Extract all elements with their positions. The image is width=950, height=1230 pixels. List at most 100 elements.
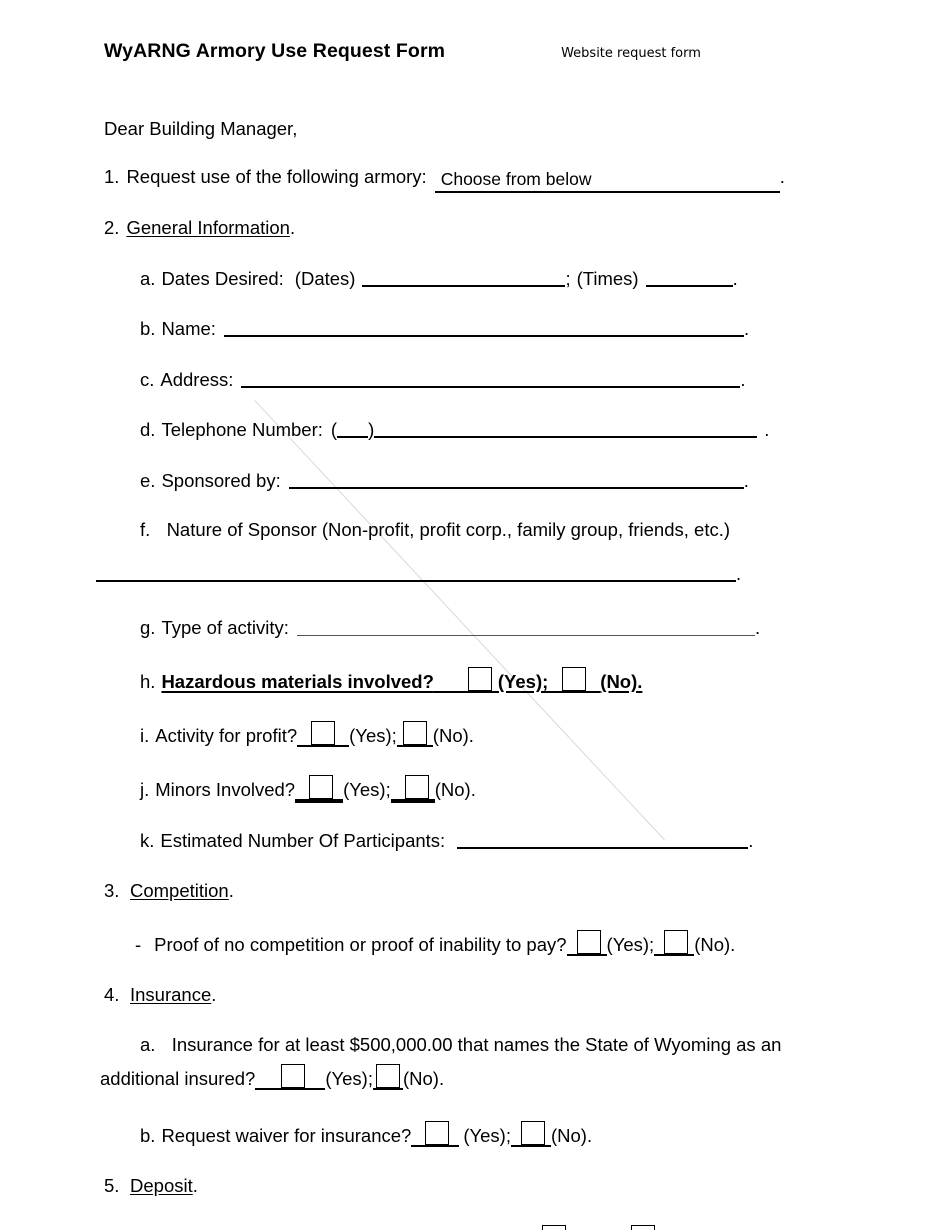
deposit-no-checkbox-group[interactable] — [631, 1225, 665, 1230]
page-title: WyARNG Armory Use Request Form — [104, 40, 446, 62]
competition-yes-checkbox[interactable] — [576, 930, 601, 954]
insurance-yes-checkbox[interactable] — [281, 1064, 306, 1089]
item-2j-yes-label: (Yes); — [343, 779, 391, 801]
item-2g-marker: g. — [140, 616, 156, 638]
minors-no-checkbox[interactable] — [404, 775, 429, 800]
item-2k-marker: k. — [140, 829, 155, 851]
item-2f-terminator: . — [736, 563, 742, 585]
item-3-row: 3. Competition . — [104, 879, 850, 902]
item-2f-row: f. Nature of Sponsor (Non-profit, profit… — [96, 517, 850, 588]
item-2b-label: Name: — [161, 318, 216, 340]
item-2b-marker: b. — [140, 318, 156, 340]
item-4b-yes-label: (Yes); — [463, 1124, 511, 1146]
insurance-no-checkbox[interactable] — [375, 1064, 400, 1089]
profit-yes-checkbox[interactable] — [311, 721, 336, 745]
item-2b-terminator: . — [743, 318, 750, 340]
insurance-no-checkbox-group[interactable] — [372, 1064, 403, 1091]
dates-field[interactable] — [362, 266, 566, 287]
item-2b-row: b. Name: . — [140, 315, 850, 341]
item-1-terminator: . — [779, 166, 785, 187]
item-2k-label: Estimated Number Of Participants: — [160, 829, 446, 851]
item-2k-row: k. Estimated Number Of Participants: . — [140, 826, 850, 852]
participants-field[interactable] — [457, 828, 749, 849]
item-5-number: 5. — [104, 1175, 120, 1196]
insurance-waiver-yes-checkbox[interactable] — [425, 1120, 450, 1145]
item-4-heading: Insurance — [130, 984, 212, 1006]
item-1-row: 1. Request use of the following armory: … — [104, 165, 850, 193]
competition-no-checkbox-group[interactable] — [654, 930, 695, 956]
item-4a-no-label: (No). — [402, 1068, 445, 1090]
deposit-yes-checkbox[interactable] — [541, 1225, 566, 1230]
minors-no-checkbox-group[interactable] — [390, 775, 435, 804]
profit-no-checkbox-group[interactable] — [396, 721, 433, 747]
item-2g-terminator: . — [754, 616, 761, 638]
item-4a-yes-label: (Yes); — [325, 1068, 373, 1090]
item-2c-row: c. Address: . — [140, 365, 850, 391]
item-2d-terminator: . — [764, 419, 770, 441]
item-2g-row: g. Type of activity: . — [140, 614, 850, 639]
item-2a-dates-label: (Dates) — [294, 267, 356, 289]
item-5-terminator: . — [192, 1175, 198, 1196]
item-3-terminator: . — [228, 879, 234, 901]
item-4b-label: Request waiver for insurance? — [161, 1124, 412, 1146]
deposit-yes-checkbox-group[interactable] — [532, 1225, 572, 1230]
profit-no-checkbox[interactable] — [402, 721, 427, 745]
item-5a-row: a. Will provide a deposit in the amount … — [140, 1222, 850, 1230]
insurance-waiver-no-checkbox[interactable] — [520, 1120, 545, 1145]
item-4b-no-label: (No). — [550, 1124, 593, 1146]
item-2i-yes-label: (Yes); — [349, 725, 397, 746]
item-2c-terminator: . — [740, 368, 746, 390]
insurance-waiver-yes-checkbox-group[interactable] — [411, 1120, 460, 1147]
item-4b-marker: b. — [140, 1124, 156, 1146]
area-code-field[interactable] — [337, 418, 369, 439]
hazmat-yes-checkbox[interactable] — [467, 666, 492, 691]
item-3-yes-label: (Yes); — [606, 934, 655, 955]
competition-yes-checkbox-group[interactable] — [566, 930, 607, 956]
nature-of-sponsor-field[interactable] — [96, 562, 736, 583]
item-2k-terminator: . — [748, 829, 754, 851]
times-field[interactable] — [645, 266, 733, 287]
item-3-bullet-marker: - — [135, 934, 142, 955]
item-2-terminator: . — [289, 216, 296, 238]
deposit-no-checkbox[interactable] — [631, 1225, 656, 1230]
competition-no-checkbox[interactable] — [664, 930, 689, 954]
hazmat-no-checkbox[interactable] — [562, 666, 587, 691]
item-2j-marker: j. — [140, 779, 150, 801]
insurance-yes-checkbox-group[interactable] — [255, 1064, 326, 1091]
item-2h-label: Hazardous materials involved? — [161, 670, 434, 692]
hazmat-yes-checkbox-group[interactable] — [433, 666, 498, 693]
item-2h-marker: h. — [140, 670, 156, 692]
item-5-row: 5. Deposit . — [104, 1174, 850, 1197]
item-4a-label-line1: Insurance for at least $500,000.00 that … — [171, 1034, 782, 1056]
item-1-number: 1. — [104, 166, 120, 187]
minors-yes-checkbox[interactable] — [309, 775, 334, 800]
armory-choice-field[interactable]: Choose from below — [434, 169, 780, 193]
address-field[interactable] — [241, 367, 741, 388]
minors-yes-checkbox-group[interactable] — [295, 775, 344, 804]
item-4a-label-line2: additional insured? — [100, 1068, 256, 1090]
item-2e-marker: e. — [140, 470, 156, 491]
hazmat-no-checkbox-group[interactable] — [548, 666, 601, 693]
item-2j-row: j. Minors Involved? (Yes); (No). — [140, 772, 850, 804]
document-page: WyARNG Armory Use Request Form Website r… — [0, 0, 950, 1230]
item-2c-label: Address: — [160, 368, 234, 390]
item-4-number: 4. — [104, 984, 120, 1006]
item-2i-row: i. Activity for profit? (Yes); (No). — [140, 718, 850, 747]
insurance-waiver-no-checkbox-group[interactable] — [510, 1120, 551, 1147]
item-5-heading: Deposit — [130, 1175, 193, 1196]
item-2h-no-label: (No). — [600, 670, 643, 692]
sponsored-by-field[interactable] — [288, 469, 744, 489]
item-2j-label: Minors Involved? — [155, 779, 296, 801]
name-field[interactable] — [223, 317, 744, 338]
item-2d-marker: d. — [140, 419, 156, 441]
type-of-activity-field[interactable] — [296, 616, 755, 636]
item-2d-label: Telephone Number: — [161, 419, 323, 441]
item-2i-marker: i. — [140, 725, 150, 746]
item-4-terminator: . — [211, 984, 217, 1006]
item-4a-row: a. Insurance for at least $500,000.00 th… — [100, 1032, 850, 1093]
profit-yes-checkbox-group[interactable] — [297, 721, 350, 747]
item-2f-marker: f. — [140, 519, 151, 541]
telephone-field[interactable] — [374, 418, 758, 439]
item-4b-row: b. Request waiver for insurance? (Yes); … — [140, 1118, 850, 1147]
item-1-label: Request use of the following armory: — [126, 166, 427, 187]
